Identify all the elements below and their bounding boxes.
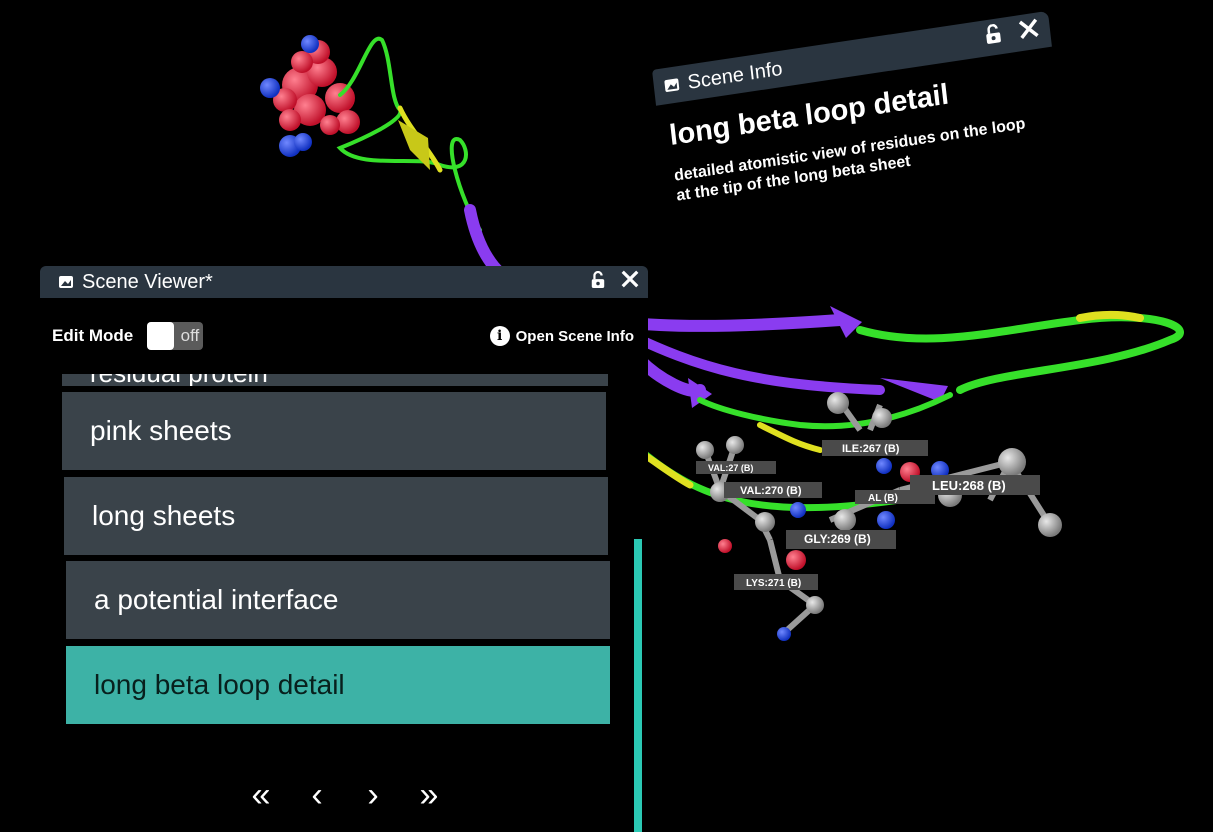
list-item-partial[interactable]: residual protein (62, 374, 608, 386)
lock-open-icon[interactable] (590, 269, 606, 295)
svg-text:LEU:268 (B): LEU:268 (B) (932, 478, 1006, 493)
residue-label: VAL:27 (B) (696, 461, 776, 474)
toggle-state: off (180, 326, 200, 345)
list-item-label: a potential interface (94, 584, 339, 615)
residue-label: VAL:270 (B) (724, 482, 822, 498)
next-page-icon[interactable]: › (356, 776, 390, 815)
svg-text:VAL:270 (B): VAL:270 (B) (740, 485, 802, 497)
list-item[interactable]: a potential interface (66, 561, 610, 639)
list-item[interactable]: long sheets (64, 477, 608, 555)
svg-text:ILE:267 (B): ILE:267 (B) (842, 443, 900, 455)
close-icon[interactable] (1017, 16, 1042, 47)
residue-labels: ILE:267 (B) VAL:270 (B) VAL:27 (B) LEU:2… (696, 440, 1040, 590)
list-item-label: pink sheets (90, 415, 232, 446)
svg-text:LYS:271 (B): LYS:271 (B) (746, 578, 801, 589)
residue-label: ILE:267 (B) (822, 440, 928, 456)
residue-label: LYS:271 (B) (734, 574, 818, 590)
scene-viewer-titlebar[interactable]: Scene Viewer* (40, 266, 648, 298)
residue-label: AL (B) (855, 490, 935, 504)
open-scene-info-label: Open Scene Info (515, 327, 634, 345)
last-page-icon[interactable]: » (412, 776, 446, 815)
edit-mode-toggle[interactable]: off (147, 322, 204, 350)
svg-text:AL (B): AL (B) (868, 493, 898, 504)
svg-text:VAL:27 (B): VAL:27 (B) (708, 463, 753, 473)
pager: « ‹ › » (244, 776, 446, 815)
list-scrollbar[interactable] (634, 539, 642, 832)
info-icon: i (489, 326, 510, 346)
edit-mode-label: Edit Mode (52, 326, 134, 345)
edit-mode-row: Edit Mode off i Open Scene Info (52, 322, 634, 350)
first-page-icon[interactable]: « (244, 776, 278, 815)
list-item-selected[interactable]: long beta loop detail (66, 646, 610, 724)
scene-viewer-header: Scene Viewer* (82, 270, 213, 293)
list-item-label: long beta loop detail (94, 669, 345, 700)
scene-list: residual protein pink sheets long sheets… (62, 374, 642, 832)
scene-viewer-body: Edit Mode off i Open Scene Info residual… (40, 298, 648, 832)
svg-text:GLY:269 (B): GLY:269 (B) (804, 532, 871, 546)
toggle-knob (147, 322, 175, 350)
scene-icon (59, 276, 73, 288)
close-icon[interactable] (620, 269, 640, 295)
list-item-label: residual protein (90, 374, 268, 386)
prev-page-icon[interactable]: ‹ (300, 776, 334, 815)
list-item[interactable]: pink sheets (62, 392, 606, 470)
ball-stick-residues (696, 392, 1062, 641)
lock-open-icon[interactable] (983, 23, 1004, 51)
scene-viewer-panel: Scene Viewer* Edit Mode off i Open Scene… (40, 266, 648, 832)
open-scene-info-button[interactable]: i Open Scene Info (489, 326, 634, 346)
scene-icon (664, 78, 680, 92)
atom-cluster-top (260, 35, 360, 157)
list-item-label: long sheets (92, 500, 236, 531)
residue-label: GLY:269 (B) (786, 530, 896, 549)
